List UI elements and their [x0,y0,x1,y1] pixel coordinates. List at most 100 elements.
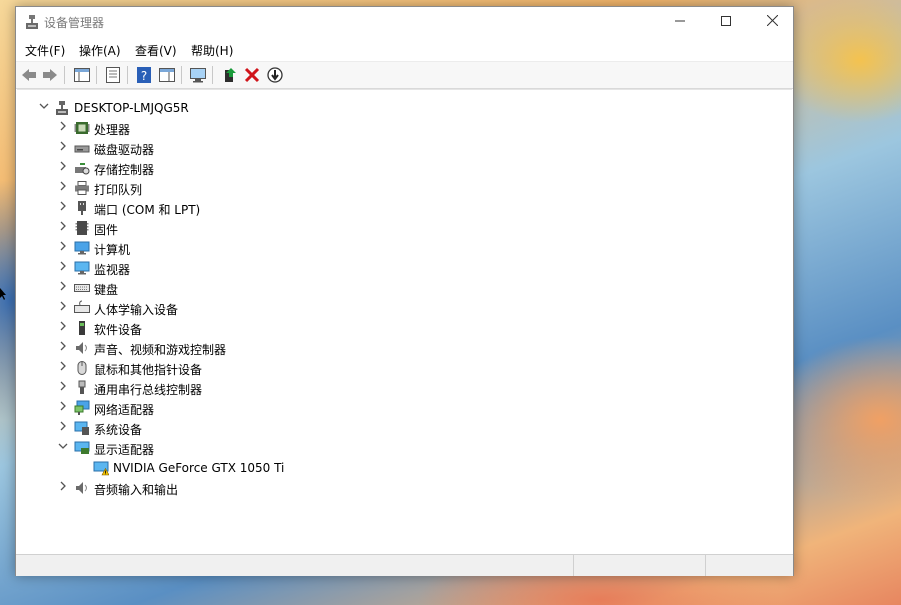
chevron-right-icon[interactable] [57,301,69,315]
tree-item[interactable]: 通用串行总线控制器 [17,378,787,398]
menu-view[interactable]: 查看(V) [135,42,177,59]
chevron-right-icon[interactable] [57,381,69,395]
status-bar [16,554,793,576]
tree-item[interactable]: 计算机 [17,238,787,258]
chevron-right-icon[interactable] [57,281,69,295]
back-icon[interactable] [20,66,38,84]
tree-item[interactable]: 软件设备 [17,318,787,338]
minimize-icon [675,20,685,22]
tree-item[interactable]: 显示适配器 [17,438,787,458]
tree-item-label: 端口 (COM 和 LPT) [94,203,201,217]
keyboard-icon [74,280,90,296]
tree-item[interactable]: 监视器 [17,258,787,278]
menu-file[interactable]: 文件(F) [25,42,65,59]
tree-item-label: 磁盘驱动器 [94,143,155,157]
tree-item[interactable]: 键盘 [17,278,787,298]
menu-bar: 文件(F) 操作(A) 查看(V) 帮助(H) [16,37,793,61]
tree-child-item[interactable]: NVIDIA GeForce GTX 1050 Ti [17,458,787,478]
chevron-down-icon[interactable] [38,101,50,115]
tree-item-label: 音频输入和输出 [94,483,179,497]
tree-child-label: NVIDIA GeForce GTX 1050 Ti [113,461,285,475]
tree-item-label: 人体学输入设备 [94,303,179,317]
storage-controller-icon [74,160,90,176]
chevron-right-icon[interactable] [57,421,69,435]
chevron-down-icon[interactable] [57,441,69,455]
tree-item-label: 显示适配器 [94,443,155,457]
speaker-icon [74,340,90,356]
chevron-right-icon[interactable] [57,481,69,495]
tree-item[interactable]: 处理器 [17,118,787,138]
tree-item[interactable]: 网络适配器 [17,398,787,418]
display-adapter-icon [74,440,90,456]
chevron-right-icon[interactable] [57,161,69,175]
device-tree[interactable]: DESKTOP-LMJQG5R 处理器磁盘驱动器存储控制器打印队列端口 (COM… [17,89,792,554]
tree-item[interactable]: 音频输入和输出 [17,478,787,498]
tree-item[interactable]: 端口 (COM 和 LPT) [17,198,787,218]
tree-item[interactable]: 存储控制器 [17,158,787,178]
chevron-right-icon[interactable] [57,221,69,235]
toolbar-separator [181,66,182,84]
tree-item[interactable]: 系统设备 [17,418,787,438]
scan-hardware-icon[interactable] [189,66,207,84]
chevron-right-icon[interactable] [57,361,69,375]
maximize-button[interactable] [703,7,749,37]
status-cell [705,555,794,576]
toolbar-separator [96,66,97,84]
chevron-right-icon[interactable] [57,241,69,255]
disable-device-icon[interactable] [266,66,284,84]
speaker-icon [74,480,90,496]
toolbar: ? [16,61,793,89]
port-icon [74,200,90,216]
tree-item-label: 软件设备 [94,323,143,337]
processor-icon [74,120,90,136]
tree-item-label: 存储控制器 [94,163,155,177]
hid-icon [74,300,90,316]
chevron-right-icon[interactable] [57,341,69,355]
tree-item-label: 监视器 [94,263,131,277]
display-adapter-warning-icon [93,460,110,476]
chevron-right-icon[interactable] [57,181,69,195]
toolbar-separator [64,66,65,84]
chevron-right-icon[interactable] [57,261,69,275]
chevron-right-icon[interactable] [57,321,69,335]
tree-item[interactable]: 磁盘驱动器 [17,138,787,158]
chevron-right-icon[interactable] [57,121,69,135]
tree-item[interactable]: 声音、视频和游戏控制器 [17,338,787,358]
maximize-icon [721,16,731,26]
printer-icon [74,180,90,196]
tree-item-label: 鼠标和其他指针设备 [94,363,203,377]
chevron-right-icon[interactable] [57,201,69,215]
tree-item-label: 固件 [94,223,119,237]
computer-icon [74,240,90,256]
help-icon[interactable]: ? [135,66,153,84]
tree-item[interactable]: 人体学输入设备 [17,298,787,318]
tree-item[interactable]: 固件 [17,218,787,238]
disk-drive-icon [74,140,90,156]
properties-icon[interactable] [104,66,122,84]
tree-root[interactable]: DESKTOP-LMJQG5R [17,98,787,118]
system-device-icon [74,420,90,436]
device-manager-window: 设备管理器 文件(F) 操作(A) 查看(V) 帮助(H) ? DESKTOP-… [15,6,794,576]
mouse-icon [74,360,90,376]
uninstall-icon[interactable] [243,66,261,84]
tree-item-label: 打印队列 [94,183,143,197]
title-bar[interactable]: 设备管理器 [16,7,793,37]
tree-item-label: 系统设备 [94,423,143,437]
action-pane-icon[interactable] [158,66,176,84]
close-button[interactable] [749,7,795,37]
mouse-cursor-icon [0,288,6,300]
status-cell [573,555,705,576]
tree-item[interactable]: 打印队列 [17,178,787,198]
chevron-right-icon[interactable] [57,141,69,155]
update-driver-icon[interactable] [221,66,239,84]
tree-item[interactable]: 鼠标和其他指针设备 [17,358,787,378]
menu-action[interactable]: 操作(A) [79,42,121,59]
menu-help[interactable]: 帮助(H) [191,42,233,59]
firmware-icon [74,220,90,236]
tree-item-label: 网络适配器 [94,403,155,417]
software-device-icon [74,320,90,336]
minimize-button[interactable] [657,7,703,37]
show-hide-tree-icon[interactable] [73,66,91,84]
chevron-right-icon[interactable] [57,401,69,415]
forward-icon[interactable] [41,66,59,84]
